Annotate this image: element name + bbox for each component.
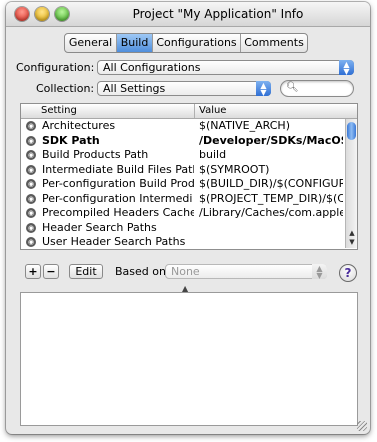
setting-name: Intermediate Build Files Path (42, 162, 194, 176)
search-field[interactable]: 🔍︎ (280, 80, 354, 97)
build-settings-table: Setting Value ◉ Architectures $(NATIVE_A… (20, 103, 358, 250)
tab-bar: General Build Configurations Comments (64, 33, 308, 53)
zoom-window-button[interactable] (55, 7, 69, 21)
scroll-up-arrow-icon[interactable]: ▲ (347, 229, 357, 237)
info-icon[interactable]: ◉ (26, 193, 36, 204)
resize-grip-icon[interactable] (357, 421, 367, 431)
table-row[interactable]: ◉ Header Search Paths (21, 221, 343, 236)
remove-setting-button[interactable]: − (43, 264, 59, 279)
setting-value: $(SYMROOT) (199, 162, 270, 176)
setting-name: Build Products Path (42, 148, 149, 161)
info-icon[interactable]: ◉ (26, 208, 36, 218)
popup-arrows-icon: ▲ ▼ (312, 264, 327, 280)
setting-value: /Library/Caches/com.apple. (199, 206, 343, 219)
info-icon[interactable]: ◉ (26, 150, 36, 160)
table-row[interactable]: ◉ Precompiled Headers Cache /Library/Cac… (21, 206, 343, 221)
setting-value: /Developer/SDKs/MacOSX (199, 133, 343, 147)
info-window: Project "My Application" Info General Bu… (6, 2, 370, 434)
setting-name: Per-configuration Intermedi (42, 191, 193, 205)
table-row[interactable]: ◉ Architectures $(NATIVE_ARCH) (21, 119, 343, 134)
setting-name: User Header Search Paths (42, 235, 186, 248)
setting-value: $(PROJECT_TEMP_DIR)/$(CO (199, 191, 343, 205)
info-icon[interactable]: ◉ (26, 222, 36, 233)
edit-button[interactable]: Edit (69, 264, 103, 279)
table-row[interactable]: ◉ Per-configuration Intermedi $(PROJECT_… (21, 192, 343, 207)
vertical-scrollbar[interactable]: ▲ ▼ (345, 119, 357, 248)
setting-name: SDK Path (42, 133, 100, 147)
window-title: Project "My Application" Info (132, 7, 304, 21)
info-icon[interactable]: ◉ (26, 135, 36, 146)
configuration-popup[interactable]: All Configurations ▲ ▼ (97, 60, 354, 76)
column-divider[interactable] (194, 104, 195, 118)
minimize-window-button[interactable] (35, 7, 49, 21)
close-window-button[interactable] (15, 7, 29, 21)
table-row[interactable]: ◉ Intermediate Build Files Path $(SYMROO… (21, 163, 343, 178)
info-icon[interactable]: ◉ (26, 121, 36, 131)
configuration-popup-value: All Configurations (103, 61, 201, 74)
scrollbar-thumb[interactable] (347, 122, 356, 140)
setting-name: Architectures (42, 119, 116, 132)
info-icon[interactable]: ◉ (26, 237, 36, 247)
popup-arrows-icon: ▲ ▼ (339, 60, 354, 76)
table-rows: ◉ Architectures $(NATIVE_ARCH) ◉ SDK Pat… (21, 119, 343, 249)
configuration-label: Configuration: (16, 61, 95, 74)
setting-name: Header Search Paths (42, 220, 157, 234)
based-on-popup[interactable]: None ▲ ▼ (165, 264, 327, 280)
search-icon: 🔍︎ (286, 82, 299, 93)
setting-value: $(NATIVE_ARCH) (199, 119, 290, 132)
help-button[interactable]: ? (339, 264, 357, 282)
tab-build[interactable]: Build (117, 34, 153, 52)
setting-value: build (199, 148, 227, 161)
table-row[interactable]: ◉ User Header Search Paths (21, 235, 343, 249)
table-row[interactable]: ◉ Build Products Path build (21, 148, 343, 163)
setting-description-pane (20, 292, 358, 426)
setting-name: Per-configuration Build Prod (42, 177, 194, 190)
scroll-down-arrow-icon[interactable]: ▼ (347, 238, 357, 246)
column-header-value[interactable]: Value (199, 105, 226, 116)
table-row[interactable]: ◉ SDK Path /Developer/SDKs/MacOSX (21, 134, 343, 149)
collection-popup[interactable]: All Settings ▲ ▼ (97, 81, 271, 97)
popup-arrows-icon: ▲ ▼ (256, 81, 271, 97)
info-icon[interactable]: ◉ (26, 179, 36, 189)
tab-configurations[interactable]: Configurations (153, 34, 241, 52)
table-header: Setting Value (21, 104, 357, 119)
title-bar[interactable]: Project "My Application" Info (6, 2, 370, 27)
tab-general[interactable]: General (65, 34, 117, 52)
based-on-label: Based on: (115, 265, 170, 278)
column-header-setting[interactable]: Setting (41, 105, 77, 116)
setting-value: $(BUILD_DIR)/$(CONFIGURAT (199, 177, 343, 190)
info-icon[interactable]: ◉ (26, 164, 36, 175)
collection-label: Collection: (36, 82, 95, 95)
add-setting-button[interactable]: + (25, 264, 41, 279)
table-row[interactable]: ◉ Per-configuration Build Prod $(BUILD_D… (21, 177, 343, 192)
based-on-popup-value: None (171, 265, 200, 278)
setting-name: Precompiled Headers Cache (42, 206, 194, 219)
collection-popup-value: All Settings (103, 82, 166, 95)
tab-comments[interactable]: Comments (241, 34, 307, 52)
